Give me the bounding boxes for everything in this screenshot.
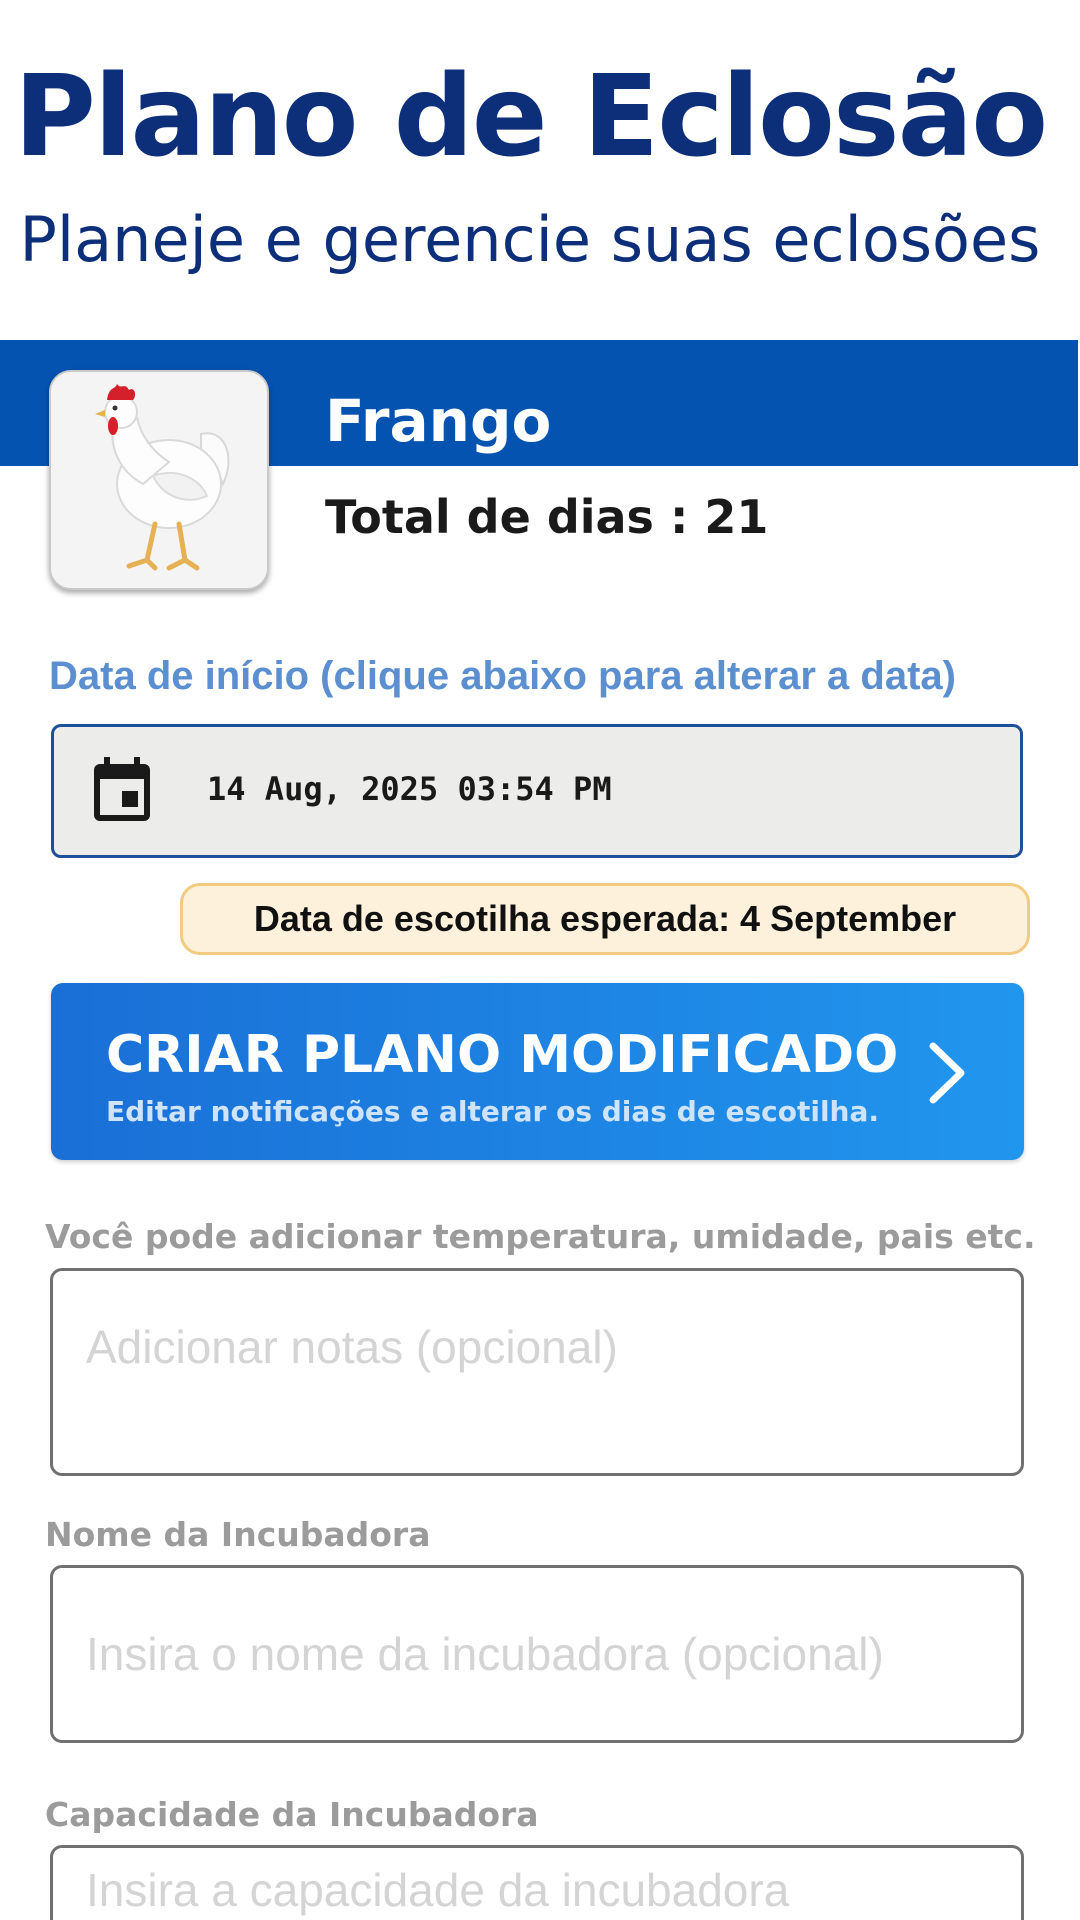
incubator-capacity-input[interactable] bbox=[50, 1845, 1024, 1920]
start-date-picker[interactable]: 14 Aug, 2025 03:54 PM bbox=[51, 724, 1023, 858]
custom-plan-title: CRIAR PLANO MODIFICADO bbox=[106, 1025, 899, 1085]
total-days-label: Total de dias : 21 bbox=[325, 490, 769, 544]
page-subtitle: Planeje e gerencie suas eclosões bbox=[19, 203, 1041, 276]
chicken-photo-icon bbox=[49, 370, 269, 590]
expected-hatch-badge: Data de escotilha esperada: 4 September bbox=[180, 883, 1030, 955]
hatch-plan-screen: Plano de Eclosão Planeje e gerencie suas… bbox=[0, 0, 1080, 1920]
incubator-name-caption: Nome da Incubadora bbox=[45, 1515, 431, 1554]
start-date-value: 14 Aug, 2025 03:54 PM bbox=[207, 770, 612, 808]
calendar-icon bbox=[94, 757, 150, 821]
incubator-capacity-caption: Capacidade da Incubadora bbox=[45, 1795, 539, 1834]
notes-input[interactable] bbox=[50, 1268, 1024, 1476]
incubator-name-input[interactable] bbox=[50, 1565, 1024, 1743]
custom-plan-subtitle: Editar notificações e alterar os dias de… bbox=[106, 1095, 880, 1128]
notes-caption: Você pode adicionar temperatura, umidade… bbox=[45, 1217, 1036, 1256]
create-custom-plan-button[interactable]: CRIAR PLANO MODIFICADO Editar notificaçõ… bbox=[51, 983, 1024, 1160]
chevron-right-icon bbox=[929, 1042, 965, 1104]
start-date-label: Data de início (clique abaixo para alter… bbox=[49, 654, 956, 698]
species-name: Frango bbox=[325, 387, 552, 455]
page-title: Plano de Eclosão bbox=[13, 52, 1048, 182]
